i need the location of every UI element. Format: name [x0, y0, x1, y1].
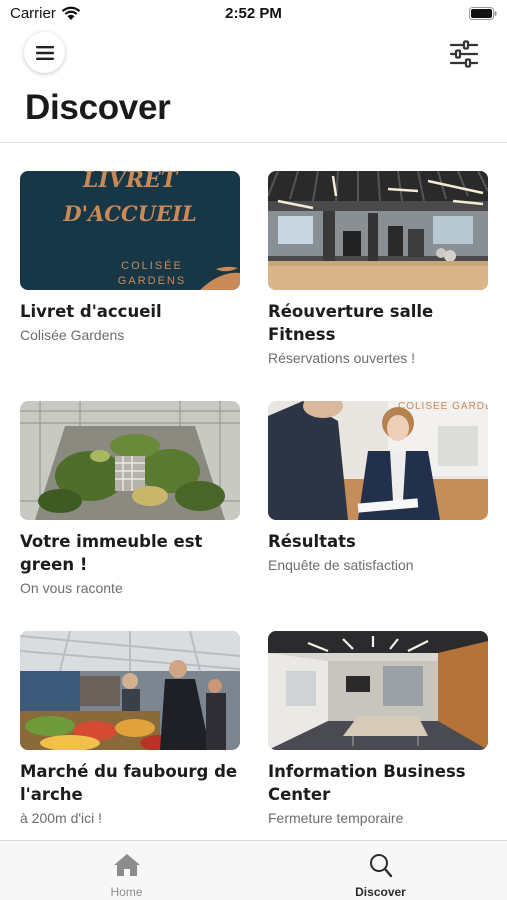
card-subtitle: Fermeture temporaire [268, 810, 404, 826]
card-title: Résultats [268, 532, 356, 551]
card-livret-accueil[interactable]: LIVRET D'ACCUEIL COLISÉE GARDENS Livret … [20, 171, 240, 344]
sign-text: COLISÉE GARDENS [398, 401, 488, 412]
card-subtitle: Colisée Gardens [20, 327, 125, 343]
business-center-image [268, 631, 488, 750]
hamburger-menu-icon [35, 45, 54, 60]
page-title: Discover [25, 88, 171, 127]
card-marche[interactable]: Marché du faubourg de l'arche à 200m d'i… [20, 631, 240, 827]
card-subtitle: à 200m d'ici ! [20, 810, 103, 826]
tab-home[interactable]: Home [0, 841, 253, 900]
card-subtitle: On vous raconte [20, 580, 123, 596]
green-courtyard-image [20, 401, 240, 520]
card-green-building[interactable]: Votre immeuble est green ! On vous racon… [20, 401, 240, 597]
card-fitness[interactable]: Réouverture salle Fitness Réservations o… [268, 171, 488, 367]
search-icon [369, 854, 392, 878]
card-subtitle: Enquête de satisfaction [268, 557, 414, 573]
card-title: Marché du faubourg de l'arche [20, 762, 238, 804]
header-divider [0, 142, 507, 143]
menu-button[interactable] [24, 32, 65, 73]
survey-results-image: COLISÉE GARDENS [268, 401, 488, 520]
battery-icon [469, 7, 497, 20]
clock: 2:52 PM [225, 5, 282, 22]
booklet-title-line1: LIVRET [82, 171, 179, 193]
livret-accueil-image: LIVRET D'ACCUEIL COLISÉE GARDENS [20, 171, 240, 290]
card-title: Réouverture salle Fitness [268, 302, 434, 344]
card-title: Information Business Center [268, 762, 466, 804]
filter-button[interactable] [449, 40, 479, 68]
sliders-icon [449, 40, 479, 68]
card-business-center[interactable]: Information Business Center Fermeture te… [268, 631, 488, 827]
fitness-room-image [268, 171, 488, 290]
market-image [20, 631, 240, 750]
booklet-brand-line2: GARDENS [118, 275, 186, 287]
status-bar: Carrier 2:52 PM [0, 0, 507, 28]
booklet-brand-line1: COLISÉE [121, 259, 183, 272]
tab-home-label: Home [110, 885, 143, 899]
card-title: Livret d'accueil [20, 302, 162, 321]
tab-bar: Home Discover [0, 840, 507, 900]
tab-discover-label: Discover [355, 885, 406, 899]
card-title: Votre immeuble est green ! [20, 532, 203, 574]
home-icon [113, 854, 140, 876]
booklet-title-line2: D'ACCUEIL [62, 201, 196, 226]
tab-discover[interactable]: Discover [254, 841, 507, 900]
card-resultats[interactable]: COLISÉE GARDENS Résultats Enquête de sat… [268, 401, 488, 574]
card-subtitle: Réservations ouvertes ! [268, 350, 416, 366]
